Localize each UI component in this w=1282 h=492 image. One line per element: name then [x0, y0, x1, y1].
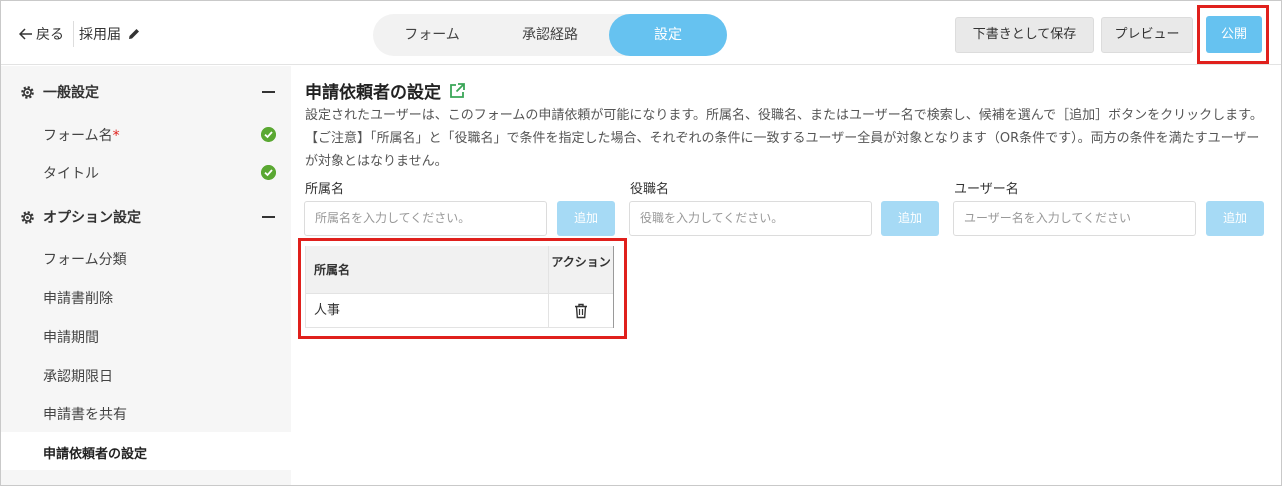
- requester-table: 所属名 アクション 人事: [305, 246, 614, 328]
- sidebar-item-label: 申請書を共有: [43, 407, 127, 423]
- gear-icon: [21, 86, 34, 99]
- section-label: 一般設定: [43, 85, 99, 101]
- page-title-text: 申請依頼者の設定: [305, 83, 441, 103]
- top-header: 戻る 採用届 フォーム 承認経路 設定 下書きとして保存 プレビュー 公開: [1, 1, 1281, 65]
- arrow-left-icon: [19, 28, 32, 40]
- sidebar-item-label: フォーム分類: [43, 252, 127, 268]
- sidebar-item-label: 申請依頼者の設定: [43, 447, 148, 462]
- table-header: 所属名 アクション: [306, 246, 613, 294]
- sidebar-item-label: 承認期限日: [43, 369, 113, 385]
- description-text: 設定されたユーザーは、このフォームの申請依頼が可能になります。所属名、役職名、ま…: [305, 108, 1263, 169]
- sidebar-item-label: 申請期間: [43, 330, 99, 346]
- tab-settings[interactable]: 設定: [609, 14, 727, 56]
- required-mark: *: [112, 128, 120, 144]
- external-link-icon[interactable]: [449, 82, 466, 99]
- sidebar-item-approval-deadline[interactable]: 承認期限日: [1, 355, 291, 393]
- sidebar-item-form-category[interactable]: フォーム分類: [1, 238, 291, 276]
- sidebar-item-form-name[interactable]: フォーム名*: [1, 114, 291, 152]
- column-header-department: 所属名: [306, 246, 550, 293]
- page-title: 申請依頼者の設定: [305, 78, 466, 103]
- check-circle-icon: [261, 165, 276, 180]
- tab-bar: フォーム 承認経路 設定: [373, 14, 727, 56]
- check-circle-icon: [261, 127, 276, 142]
- sidebar-item-share-application[interactable]: 申請書を共有: [1, 393, 291, 431]
- sidebar-item-label: 申請書削除: [43, 291, 113, 307]
- username-label: ユーザー名: [954, 182, 1019, 197]
- tab-approval-route[interactable]: 承認経路: [491, 14, 609, 56]
- sidebar-item-requester-settings[interactable]: 申請依頼者の設定: [1, 432, 291, 470]
- main-content: 申請依頼者の設定 設定されたユーザーは、このフォームの申請依頼が可能になります。…: [291, 66, 1281, 485]
- section-general-settings[interactable]: 一般設定: [1, 70, 291, 114]
- sidebar-item-title[interactable]: タイトル: [1, 152, 291, 190]
- tab-form[interactable]: フォーム: [373, 14, 491, 56]
- settings-sidebar: 一般設定 フォーム名* タイトル オプション設定 フォーム分類 申請書削除 申請…: [1, 66, 291, 485]
- department-input[interactable]: 所属名を入力してください。: [304, 201, 547, 236]
- form-title-text: 採用届: [79, 27, 121, 43]
- sidebar-item-label: タイトル: [43, 166, 99, 182]
- section-option-settings[interactable]: オプション設定: [1, 195, 291, 239]
- gear-icon: [21, 211, 34, 224]
- position-label: 役職名: [630, 182, 670, 197]
- table-row: 人事: [306, 294, 613, 328]
- collapse-minus-icon[interactable]: [262, 91, 275, 93]
- sidebar-item-label: フォーム名: [43, 128, 113, 144]
- position-input[interactable]: 役職を入力してください。: [629, 201, 872, 236]
- column-header-action: アクション: [551, 255, 611, 269]
- preview-button[interactable]: プレビュー: [1101, 17, 1193, 53]
- add-username-button[interactable]: 追加: [1206, 201, 1264, 236]
- save-draft-button[interactable]: 下書きとして保存: [955, 17, 1094, 53]
- add-position-button[interactable]: 追加: [881, 201, 939, 236]
- trash-icon[interactable]: [574, 303, 588, 319]
- publish-button[interactable]: 公開: [1206, 16, 1262, 53]
- sidebar-item-delete-application[interactable]: 申請書削除: [1, 277, 291, 315]
- back-button[interactable]: 戻る: [19, 24, 64, 44]
- cell-action: [549, 294, 613, 327]
- form-title[interactable]: 採用届: [79, 24, 141, 44]
- department-label: 所属名: [305, 182, 345, 197]
- header-divider: [73, 21, 74, 47]
- sidebar-item-application-period[interactable]: 申請期間: [1, 316, 291, 354]
- app-window: 戻る 採用届 フォーム 承認経路 設定 下書きとして保存 プレビュー 公開 一般…: [0, 0, 1282, 486]
- cell-department: 人事: [306, 294, 550, 327]
- username-input[interactable]: ユーザー名を入力してください: [953, 201, 1196, 236]
- back-label: 戻る: [36, 27, 64, 43]
- collapse-minus-icon[interactable]: [262, 216, 275, 218]
- add-department-button[interactable]: 追加: [557, 201, 615, 236]
- pencil-icon[interactable]: [127, 27, 141, 41]
- section-label: オプション設定: [43, 210, 141, 226]
